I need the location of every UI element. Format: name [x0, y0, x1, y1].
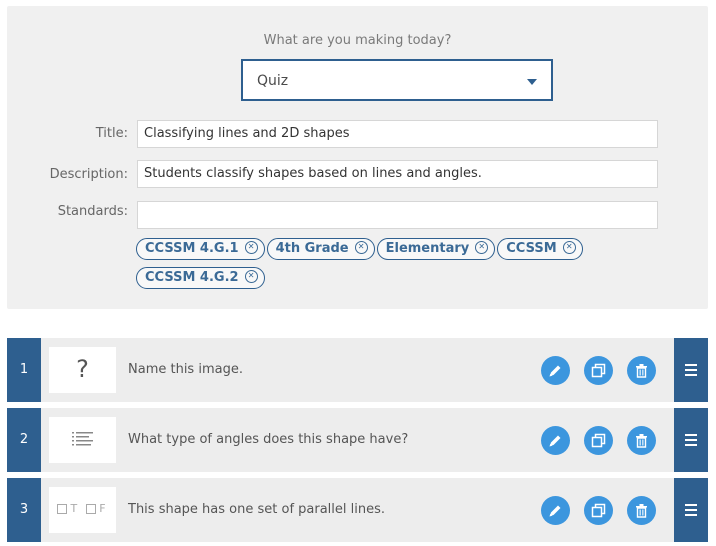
question-text: Name this image.: [128, 362, 243, 377]
true-false-icon: T F: [57, 502, 106, 515]
question-row[interactable]: 1 ? Name this image.: [7, 338, 708, 402]
pencil-icon: [549, 505, 561, 517]
edit-button[interactable]: [541, 496, 570, 525]
question-text: This shape has one set of parallel lines…: [128, 502, 386, 517]
duplicate-button[interactable]: [584, 426, 613, 455]
title-label: Title:: [95, 126, 128, 141]
standards-label: Standards:: [57, 204, 128, 219]
title-field[interactable]: Classifying lines and 2D shapes: [137, 120, 658, 148]
drag-handle[interactable]: [674, 408, 708, 472]
delete-button[interactable]: [627, 496, 656, 525]
duplicate-button[interactable]: [584, 496, 613, 525]
remove-tag-icon[interactable]: ✕: [244, 270, 258, 283]
tag-chip[interactable]: 4th Grade ✕: [266, 238, 375, 260]
question-number: 2: [7, 408, 41, 472]
question-thumbnail[interactable]: ?: [49, 347, 116, 393]
remove-tag-icon[interactable]: ✕: [354, 241, 368, 254]
drag-handle[interactable]: [674, 338, 708, 402]
copy-icon: [591, 433, 606, 448]
copy-icon: [591, 363, 606, 378]
trash-icon: [636, 364, 647, 378]
question-thumbnail[interactable]: [49, 417, 116, 463]
trash-icon: [636, 504, 647, 518]
making-prompt: What are you making today?: [263, 33, 452, 48]
duplicate-button[interactable]: [584, 356, 613, 385]
remove-tag-icon[interactable]: ✕: [244, 241, 258, 254]
standards-tags: CCSSM 4.G.1 ✕ 4th Grade ✕ Elementary ✕ CCSSM ✕ C…: [136, 237, 606, 295]
edit-button[interactable]: [541, 426, 570, 455]
remove-tag-icon[interactable]: ✕: [562, 241, 576, 254]
edit-button[interactable]: [541, 356, 570, 385]
tag-chip[interactable]: CCSSM 4.G.2 ✕: [136, 267, 265, 289]
tag-chip[interactable]: Elementary ✕: [376, 238, 496, 260]
description-field[interactable]: Students classify shapes based on lines …: [137, 160, 658, 188]
question-text: What type of angles does this shape have…: [128, 432, 409, 447]
delete-button[interactable]: [627, 356, 656, 385]
list-icon: [72, 432, 93, 446]
pencil-icon: [549, 435, 561, 447]
question-row[interactable]: 3 T F This shape has one set of parallel…: [7, 478, 708, 542]
chevron-down-icon: [527, 79, 537, 85]
remove-tag-icon[interactable]: ✕: [475, 241, 489, 254]
tag-chip[interactable]: CCSSM 4.G.1 ✕: [136, 238, 265, 260]
tag-chip[interactable]: CCSSM ✕: [497, 238, 583, 260]
question-thumbnail[interactable]: T F: [49, 487, 116, 533]
description-label: Description:: [49, 167, 128, 182]
quiz-type-select[interactable]: Quiz: [241, 59, 553, 101]
trash-icon: [636, 434, 647, 448]
question-number: 3: [7, 478, 41, 542]
drag-handle[interactable]: [674, 478, 708, 542]
standards-field[interactable]: [137, 201, 658, 229]
question-row[interactable]: 2 What type of angles does this shape ha…: [7, 408, 708, 472]
question-number: 1: [7, 338, 41, 402]
question-mark-icon: ?: [76, 355, 89, 383]
quiz-settings-panel: What are you making today? Quiz Title: C…: [7, 6, 708, 309]
pencil-icon: [549, 365, 561, 377]
delete-button[interactable]: [627, 426, 656, 455]
quiz-type-value: Quiz: [257, 73, 289, 89]
copy-icon: [591, 503, 606, 518]
